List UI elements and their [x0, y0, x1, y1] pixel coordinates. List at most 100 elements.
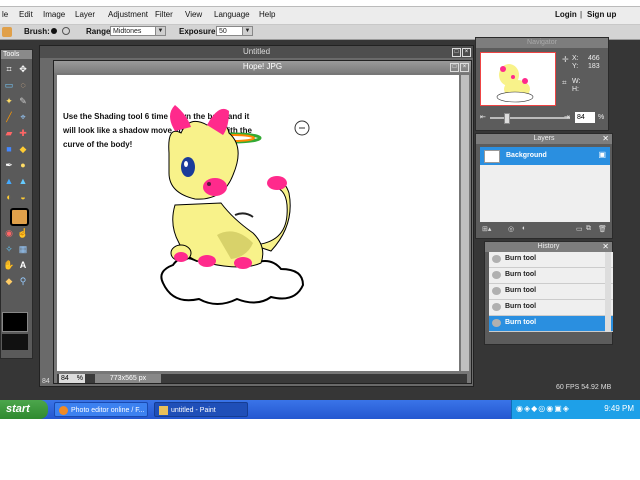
chevron-down-icon: ▼ — [155, 27, 165, 35]
maximize-icon[interactable]: □ — [450, 63, 459, 72]
zoom-slider[interactable] — [490, 117, 570, 119]
smudge-tool-icon[interactable]: ☝ — [17, 227, 29, 239]
history-item[interactable]: Burn tool — [489, 284, 613, 300]
layer-settings-icon[interactable]: ⊞▴ — [482, 225, 491, 233]
hand-tool-icon[interactable]: ✋ — [3, 259, 15, 271]
canvas-status-bar: 84 % 773x565 px — [57, 374, 467, 383]
nav-zoom-input[interactable]: 84 — [575, 112, 595, 123]
menu-adjustment[interactable]: Adjustment — [108, 10, 148, 19]
menu-view[interactable]: View — [185, 10, 202, 19]
move-tool-icon[interactable]: ✥ — [17, 63, 29, 75]
layer-adjust-icon[interactable]: ◐ — [522, 225, 526, 232]
signup-link[interactable]: Sign up — [587, 10, 616, 19]
picker-tool-icon[interactable]: ◆ — [3, 275, 15, 287]
menu-image[interactable]: Image — [43, 10, 65, 19]
image-canvas[interactable]: Use the Shading tool 6 time down the bac… — [57, 75, 459, 371]
brush-picker-icon[interactable] — [62, 27, 70, 35]
menu-language[interactable]: Language — [214, 10, 250, 19]
menu-edit[interactable]: Edit — [19, 10, 33, 19]
crop-tool-icon[interactable]: ⌗ — [3, 63, 15, 75]
brush-icon — [492, 271, 501, 279]
history-item[interactable]: Burn tool — [489, 268, 613, 284]
marquee-tool-icon[interactable]: ▭ — [3, 79, 15, 91]
menu-filter[interactable]: Filter — [155, 10, 173, 19]
burn-tool-selected-icon[interactable] — [10, 208, 29, 226]
navigator-panel: Navigator ✛ X: 466 Y: 183 ⌗ W: H: ⇤ ⇥ 84… — [475, 37, 609, 131]
heal-tool-icon[interactable]: ✚ — [17, 127, 29, 139]
replace-color-tool-icon[interactable]: ▦ — [17, 243, 29, 255]
eraser-tool-icon[interactable]: ▰ — [3, 127, 15, 139]
maximize-icon[interactable]: □ — [452, 48, 461, 57]
nav-y-label: Y: — [572, 63, 579, 70]
delete-layer-icon[interactable]: 🗑 — [598, 225, 607, 233]
layer-thumbnail — [484, 150, 500, 163]
layers-header: Layers ✕ — [476, 134, 612, 144]
layers-list-area — [480, 165, 610, 222]
zoom-out-icon[interactable]: ⇤ — [480, 113, 486, 121]
blur-tool-icon[interactable]: ▲ — [17, 175, 29, 187]
range-select[interactable]: Midtones ▼ — [110, 26, 166, 36]
type-tool-icon[interactable]: A — [17, 259, 29, 271]
new-layer-icon[interactable]: ⧉ — [586, 225, 591, 233]
zoom-slider-handle[interactable] — [504, 113, 510, 124]
history-item[interactable]: Burn tool — [489, 300, 613, 316]
history-title: History — [537, 243, 560, 250]
menu-bar: le Edit Image Layer Adjustment Filter Vi… — [0, 7, 640, 25]
lasso-tool-icon[interactable]: ◌ — [17, 79, 29, 91]
history-item-label: Burn tool — [505, 255, 537, 262]
dodge-tool-icon[interactable]: ◐ — [3, 191, 15, 203]
close-icon[interactable]: × — [460, 63, 469, 72]
brush-tool-icon[interactable]: ╱ — [3, 111, 15, 123]
taskbar-item-paint[interactable]: untitled - Paint — [154, 402, 248, 417]
stamp-tool-icon[interactable]: ● — [17, 159, 29, 171]
history-item-label: Burn tool — [505, 319, 537, 326]
history-item[interactable]: Burn tool — [489, 252, 613, 268]
sharpen-tool-icon[interactable]: ✧ — [3, 243, 15, 255]
fill-tool-icon[interactable]: ◆ — [17, 143, 29, 155]
layer-name: Background — [506, 152, 547, 159]
chevron-down-icon: ▼ — [242, 27, 252, 35]
foreground-color-swatch[interactable] — [2, 312, 28, 332]
zoom-in-icon[interactable]: ⇥ — [564, 113, 570, 121]
close-icon[interactable]: ✕ — [602, 242, 609, 252]
login-link[interactable]: Login — [555, 10, 577, 19]
tray-icons[interactable]: ◉◈◆◎◉▣◈ — [516, 404, 570, 413]
exposure-select[interactable]: 50 ▼ — [216, 26, 253, 36]
photo-editor-app: le Edit Image Layer Adjustment Filter Vi… — [0, 0, 640, 400]
layers-panel: Layers ✕ Background ▣ ⊞▴ ◎ ◐ ▭ ⧉ 🗑 — [475, 133, 613, 239]
nav-zoom-value: 84 — [577, 114, 585, 121]
redeye-tool-icon[interactable]: ◉ — [3, 227, 15, 239]
new-folder-icon[interactable]: ▭ — [576, 225, 583, 233]
brush-preview-icon[interactable] — [51, 28, 57, 34]
layer-row[interactable]: Background ▣ — [480, 147, 610, 165]
wand-tool-icon[interactable]: ✦ — [3, 95, 15, 107]
exposure-value: 50 — [219, 28, 227, 35]
close-icon[interactable]: ✕ — [602, 134, 609, 144]
close-icon[interactable]: × — [462, 48, 471, 57]
zoom-tool-icon[interactable]: ⚲ — [17, 275, 29, 287]
left-status-text: 84 — [42, 378, 50, 385]
nav-zoom-unit: % — [598, 114, 605, 121]
brush-icon — [492, 287, 501, 295]
drop-tool-icon[interactable]: ▲ — [3, 175, 15, 187]
nav-h-label: H: — [572, 86, 579, 93]
taskbar-item-photo-editor[interactable]: Photo editor online / F... — [54, 402, 148, 417]
start-button[interactable]: start — [0, 400, 48, 419]
clone-tool-icon[interactable]: ⌖ — [17, 111, 29, 123]
lock-icon: ▣ — [598, 150, 606, 159]
pencil-tool-icon[interactable]: ✎ — [17, 95, 29, 107]
sponge-tool-icon[interactable]: ◒ — [17, 191, 29, 203]
tools-panel: Tools ⌗ ✥ ▭ ◌ ✦ ✎ ╱ ⌖ ▰ ✚ ■ ◆ ✒ ● ▲ ▲ ◐ … — [0, 49, 33, 359]
gradient-tool-icon[interactable]: ■ — [3, 143, 15, 155]
layer-mask-icon[interactable]: ◎ — [508, 225, 514, 233]
background-color-swatch[interactable] — [2, 334, 28, 350]
menu-layer[interactable]: Layer — [75, 10, 95, 19]
zoom-input[interactable]: 84 % — [59, 374, 85, 383]
pen-tool-icon[interactable]: ✒ — [3, 159, 15, 171]
vertical-scrollbar[interactable] — [461, 75, 469, 371]
history-scrollbar[interactable] — [605, 252, 611, 332]
menu-help[interactable]: Help — [259, 10, 275, 19]
menu-file[interactable]: le — [2, 10, 8, 19]
navigator-thumbnail[interactable] — [480, 52, 556, 106]
history-item-selected[interactable]: Burn tool — [489, 316, 613, 332]
